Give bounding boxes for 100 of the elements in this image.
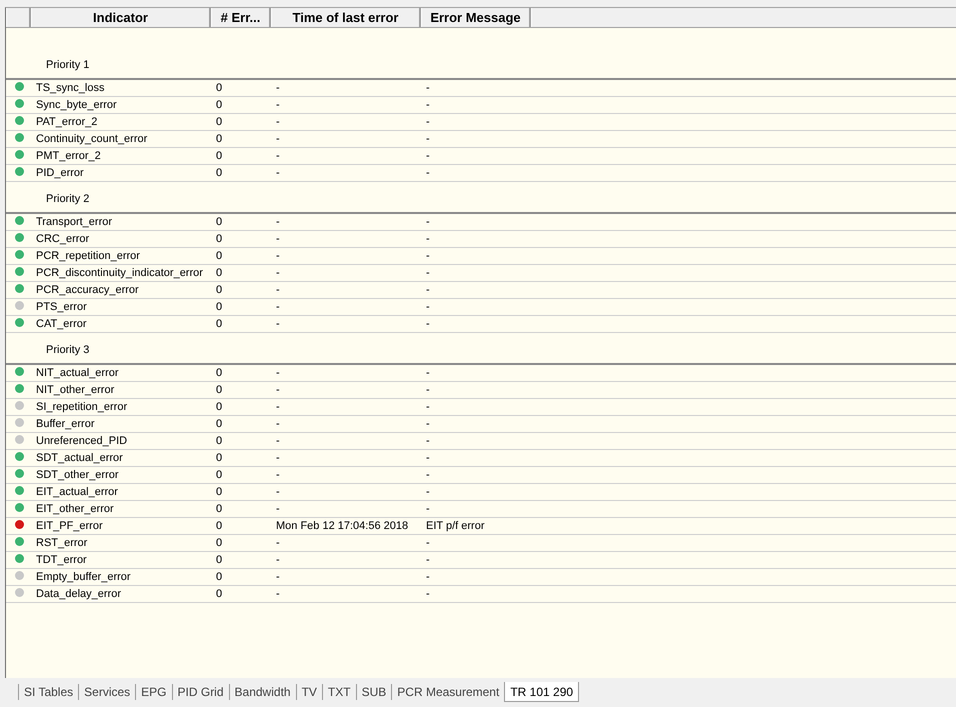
error-message: -: [426, 284, 430, 296]
indicator-name: NIT_other_error: [36, 384, 114, 396]
error-message: -: [426, 384, 430, 396]
tab[interactable]: Services: [78, 684, 136, 700]
error-count: 0: [216, 418, 222, 430]
indicator-name: CAT_error: [36, 318, 87, 330]
indicator-name: SDT_actual_error: [36, 452, 123, 464]
error-count: 0: [216, 571, 222, 583]
group-title: Priority 3: [46, 344, 90, 356]
error-time: -: [276, 554, 280, 566]
indicator-name: EIT_other_error: [36, 503, 114, 515]
indicator-name: PCR_discontinuity_indicator_error: [36, 267, 203, 279]
indicator-name: Continuity_count_error: [36, 133, 148, 145]
indicator-name: Transport_error: [36, 216, 112, 228]
error-time: -: [276, 116, 280, 128]
error-count: 0: [216, 554, 222, 566]
error-count: 0: [216, 99, 222, 111]
error-message: -: [426, 452, 430, 464]
error-count: 0: [216, 452, 222, 464]
error-count: 0: [216, 401, 222, 413]
column-header[interactable]: [6, 8, 31, 27]
error-count: 0: [216, 150, 222, 162]
error-message: -: [426, 588, 430, 600]
column-header[interactable]: Indicator: [31, 8, 211, 27]
indicator-name: PCR_repetition_error: [36, 250, 140, 262]
tab[interactable]: Bandwidth: [228, 684, 296, 700]
error-time: -: [276, 486, 280, 498]
error-message: -: [426, 267, 430, 279]
error-time: -: [276, 418, 280, 430]
error-time: -: [276, 537, 280, 549]
error-message: -: [426, 99, 430, 111]
indicator-name: Buffer_error: [36, 418, 94, 430]
column-header[interactable]: Error Message: [421, 8, 531, 27]
error-time: -: [276, 384, 280, 396]
error-message: -: [426, 250, 430, 262]
error-message: -: [426, 301, 430, 313]
tab[interactable]: SI Tables: [18, 684, 78, 700]
error-count: 0: [216, 520, 222, 532]
error-count: 0: [216, 318, 222, 330]
error-count: 0: [216, 216, 222, 228]
error-message: -: [426, 167, 430, 179]
error-time: -: [276, 435, 280, 447]
error-time: -: [276, 216, 280, 228]
error-count: 0: [216, 267, 222, 279]
error-count: 0: [216, 167, 222, 179]
error-count: 0: [216, 537, 222, 549]
error-message: -: [426, 503, 430, 515]
error-message: -: [426, 216, 430, 228]
error-message: -: [426, 418, 430, 430]
error-count: 0: [216, 486, 222, 498]
indicator-name: EIT_actual_error: [36, 486, 118, 498]
error-time: -: [276, 82, 280, 94]
error-time: -: [276, 233, 280, 245]
error-time: -: [276, 401, 280, 413]
error-time: -: [276, 588, 280, 600]
error-message: -: [426, 367, 430, 379]
tab[interactable]: TXT: [322, 684, 356, 700]
error-time: Mon Feb 12 17:04:56 2018: [276, 520, 408, 532]
error-count: 0: [216, 503, 222, 515]
error-time: -: [276, 301, 280, 313]
error-count: 0: [216, 284, 222, 296]
error-time: -: [276, 133, 280, 145]
error-message: EIT p/f error: [426, 520, 484, 532]
error-count: 0: [216, 301, 222, 313]
tab[interactable]: TR 101 290: [504, 682, 580, 702]
tab[interactable]: TV: [296, 684, 322, 700]
indicator-name: PCR_accuracy_error: [36, 284, 139, 296]
error-count: 0: [216, 469, 222, 481]
error-time: -: [276, 318, 280, 330]
error-count: 0: [216, 233, 222, 245]
group-title: Priority 1: [46, 59, 90, 71]
column-header[interactable]: Time of last error: [271, 8, 421, 27]
error-time: -: [276, 452, 280, 464]
error-message: -: [426, 82, 430, 94]
error-message: -: [426, 469, 430, 481]
error-message: -: [426, 318, 430, 330]
error-time: -: [276, 99, 280, 111]
tab[interactable]: SUB: [356, 684, 392, 700]
error-time: -: [276, 250, 280, 262]
indicator-name: NIT_actual_error: [36, 367, 119, 379]
error-count: 0: [216, 116, 222, 128]
error-time: -: [276, 167, 280, 179]
tab[interactable]: PID Grid: [172, 684, 229, 700]
indicator-name: Data_delay_error: [36, 588, 121, 600]
error-count: 0: [216, 384, 222, 396]
error-message: -: [426, 571, 430, 583]
error-time: -: [276, 469, 280, 481]
error-time: -: [276, 284, 280, 296]
error-message: -: [426, 150, 430, 162]
indicator-name: PTS_error: [36, 301, 87, 313]
indicator-name: EIT_PF_error: [36, 520, 103, 532]
indicator-name: TDT_error: [36, 554, 87, 566]
column-header[interactable]: # Err...: [211, 8, 271, 27]
indicator-name: RST_error: [36, 537, 88, 549]
error-time: -: [276, 367, 280, 379]
error-count: 0: [216, 435, 222, 447]
indicator-name: PID_error: [36, 167, 84, 179]
error-message: -: [426, 133, 430, 145]
indicator-name: SDT_other_error: [36, 469, 119, 481]
tab[interactable]: EPG: [135, 684, 172, 700]
